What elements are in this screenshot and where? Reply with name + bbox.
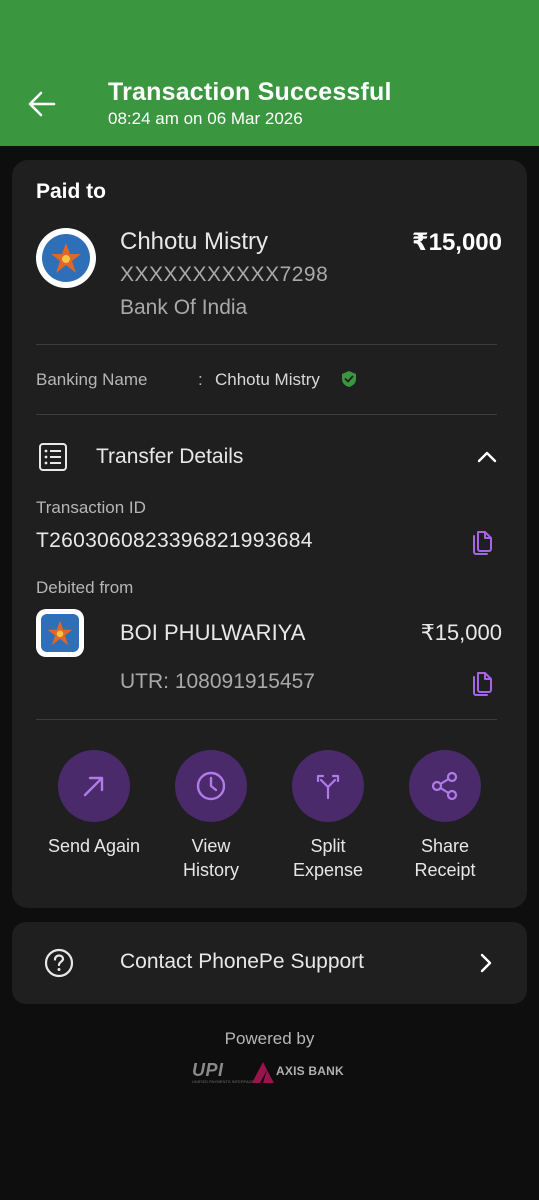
axis-bank-logo-icon — [252, 1062, 274, 1083]
send-again-label: Send Again — [47, 836, 141, 856]
transfer-details-toggle[interactable]: Transfer Details — [96, 445, 243, 469]
paid-amount: ₹15,000 — [411, 229, 502, 256]
transaction-timestamp: 08:24 am on 06 Mar 2026 — [108, 109, 303, 128]
back-button[interactable] — [22, 84, 62, 124]
view-history-label-line2: History — [182, 860, 239, 880]
partner-logos: UPI UNIFIED PAYMENTS INTERFACE AXIS BANK — [190, 1058, 350, 1086]
contact-support-row[interactable]: Contact PhonePe Support — [12, 922, 527, 1004]
copy-transaction-id-icon[interactable] — [470, 530, 494, 556]
receipt-list-icon — [39, 443, 67, 471]
split-expense-circle[interactable] — [292, 750, 364, 822]
split-expense-label-line2: Expense — [292, 860, 364, 880]
verified-shield-icon — [342, 371, 356, 387]
axis-bank-logo-text: AXIS BANK — [276, 1064, 344, 1078]
clock-icon — [196, 771, 226, 801]
help-circle-icon — [44, 948, 74, 978]
banking-name-value: Chhotu Mistry — [215, 370, 320, 389]
debited-from-label: Debited from — [36, 578, 134, 597]
split-expense-label: Split Expense — [293, 834, 363, 882]
split-expense-button[interactable]: Split Expense — [272, 750, 384, 882]
payee-account-number: XXXXXXXXXXX7298 — [120, 263, 329, 286]
send-again-circle[interactable] — [58, 750, 130, 822]
chevron-up-icon[interactable] — [475, 445, 499, 469]
share-receipt-circle[interactable] — [409, 750, 481, 822]
upi-logo: UPI — [192, 1060, 224, 1080]
powered-by-label: Powered by — [224, 1029, 315, 1048]
view-history-label-line1: View — [191, 836, 231, 856]
header-bar: Transaction Successful 08:24 am on 06 Ma… — [0, 0, 539, 146]
payee-name: Chhotu Mistry — [120, 228, 269, 255]
share-icon — [431, 771, 458, 801]
payee-bank-name: Bank Of India — [120, 296, 248, 319]
view-history-button[interactable]: View History — [155, 750, 267, 882]
banking-name-label: Banking Name — [36, 370, 148, 389]
contact-support-label: Contact PhonePe Support — [120, 950, 365, 973]
upi-logo-subtext: UNIFIED PAYMENTS INTERFACE — [192, 1079, 255, 1084]
back-arrow-icon — [28, 91, 56, 117]
share-receipt-label-line1: Share — [420, 836, 470, 856]
arrow-up-right-icon — [83, 776, 104, 797]
divider — [36, 719, 497, 720]
divider — [36, 414, 497, 415]
split-icon — [316, 774, 340, 800]
transaction-id-value: T2603060823396821993684 — [36, 529, 313, 552]
send-again-button[interactable]: Send Again — [38, 750, 150, 858]
paid-to-heading: Paid to — [36, 180, 107, 203]
debit-amount: ₹15,000 — [420, 620, 502, 645]
debit-bank-name: BOI PHULWARIYA — [120, 620, 306, 645]
divider — [36, 344, 497, 345]
share-receipt-button[interactable]: Share Receipt — [389, 750, 501, 882]
debit-bank-logo — [36, 609, 84, 657]
bank-of-india-star-icon — [51, 243, 81, 273]
split-expense-label-line1: Split — [310, 836, 346, 856]
payee-bank-logo — [36, 228, 96, 288]
banking-name-colon: : — [198, 370, 203, 389]
view-history-circle[interactable] — [175, 750, 247, 822]
utr-number: UTR: 108091915457 — [120, 670, 315, 693]
share-receipt-label: Share Receipt — [414, 834, 475, 882]
page-title: Transaction Successful — [108, 78, 392, 106]
copy-utr-icon[interactable] — [470, 671, 494, 697]
view-history-label: View History — [183, 834, 239, 882]
chevron-right-icon — [480, 953, 492, 973]
transaction-details-card: Paid to Chhotu Mistry XXXXXXXXXXX7298 Ba… — [12, 160, 527, 908]
transaction-id-label: Transaction ID — [36, 498, 146, 517]
share-receipt-label-line2: Receipt — [414, 860, 476, 880]
bank-of-india-star-icon — [47, 620, 73, 646]
